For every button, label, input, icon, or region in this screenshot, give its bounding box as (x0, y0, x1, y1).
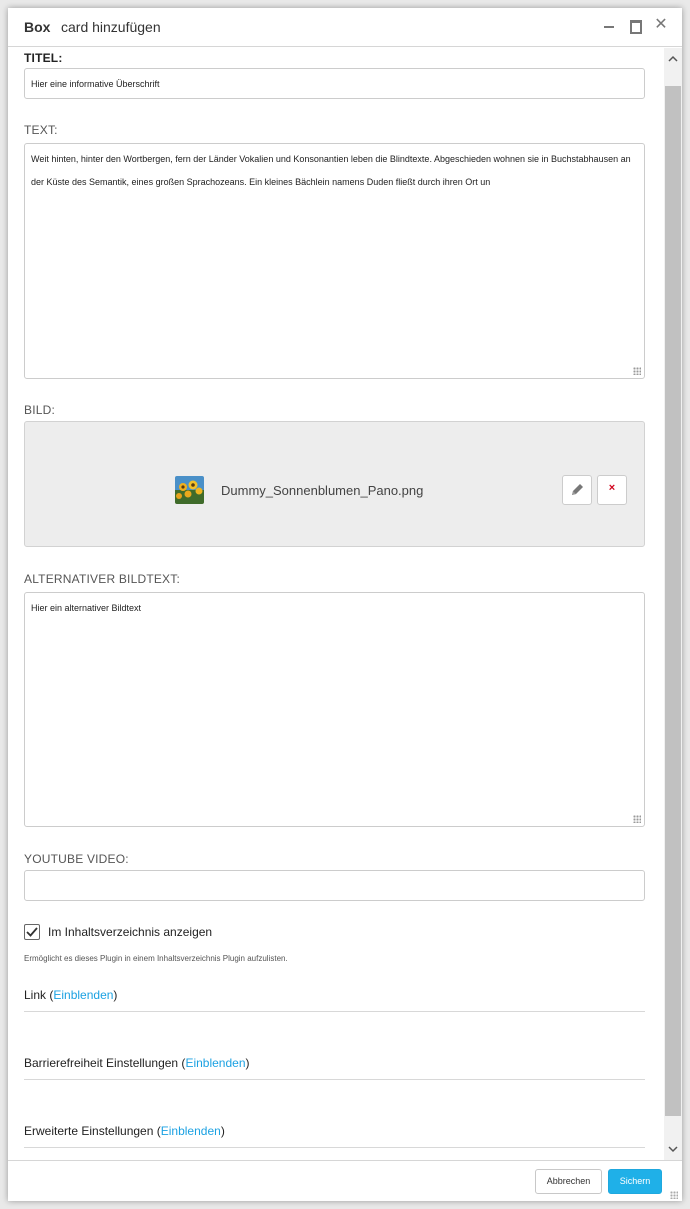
minimize-icon[interactable] (602, 18, 618, 34)
dialog-titlebar[interactable]: Box card hinzufügen ✕ (8, 8, 682, 47)
youtube-input[interactable] (24, 870, 645, 901)
image-filename: Dummy_Sonnenblumen_Pano.png (221, 483, 424, 498)
text-label: TEXT: (24, 123, 58, 137)
scroll-down-icon[interactable] (664, 1140, 682, 1158)
dialog-title-action: card hinzufügen (61, 19, 161, 35)
checkmark-icon (26, 927, 38, 937)
remove-icon: × (608, 482, 616, 494)
image-upload-box: Dummy_Sonnenblumen_Pano.png × (24, 421, 645, 547)
section-advanced: Erweiterte Einstellungen (Einblenden) (24, 1124, 645, 1148)
scrollbar[interactable] (664, 48, 682, 1160)
section-advanced-toggle[interactable]: Einblenden (161, 1124, 221, 1138)
section-link-title: Link (24, 988, 47, 1002)
resize-grip-icon[interactable] (633, 815, 641, 823)
dialog-footer: Abbrechen Sichern (8, 1160, 682, 1201)
remove-image-button[interactable]: × (597, 475, 627, 505)
section-advanced-title: Erweiterte Einstellungen (24, 1124, 154, 1138)
dialog-content: TITEL: Hier eine informative Überschrift… (8, 48, 664, 1160)
section-accessibility-title: Barrierefreiheit Einstellungen (24, 1056, 179, 1070)
image-thumbnail (175, 476, 204, 504)
dialog-window: Box card hinzufügen ✕ TITEL: Hier eine i… (8, 8, 682, 1201)
cancel-button[interactable]: Abbrechen (535, 1169, 602, 1194)
bild-label: BILD: (24, 403, 56, 417)
section-accessibility-toggle[interactable]: Einblenden (185, 1056, 245, 1070)
section-link: Link (Einblenden) (24, 988, 645, 1012)
scroll-up-icon[interactable] (664, 50, 682, 68)
scrollbar-thumb[interactable] (665, 86, 681, 1116)
maximize-icon[interactable] (628, 18, 644, 34)
section-link-toggle[interactable]: Einblenden (53, 988, 113, 1002)
alt-text-value: Hier ein alternativer Bildtext (31, 603, 142, 613)
edit-image-button[interactable] (562, 475, 592, 505)
toc-checkbox-label[interactable]: Im Inhaltsverzeichnis anzeigen (48, 925, 212, 939)
titel-input[interactable]: Hier eine informative Überschrift (24, 68, 645, 99)
titel-label: TITEL: (24, 51, 63, 65)
text-textarea-value: Weit hinten, hinter den Wortbergen, fern… (31, 154, 631, 187)
pencil-icon (572, 484, 583, 495)
alt-text-textarea[interactable]: Hier ein alternativer Bildtext (24, 592, 645, 827)
resize-grip-icon[interactable] (633, 367, 641, 375)
dialog-title-type: Box (24, 19, 51, 35)
resize-grip-icon[interactable] (670, 1191, 678, 1199)
alt-text-label: ALTERNATIVER BILDTEXT: (24, 572, 180, 586)
section-accessibility: Barrierefreiheit Einstellungen (Einblend… (24, 1056, 645, 1080)
toc-checkbox[interactable] (24, 924, 40, 940)
youtube-label: YOUTUBE VIDEO: (24, 852, 129, 866)
text-textarea[interactable]: Weit hinten, hinter den Wortbergen, fern… (24, 143, 645, 379)
save-button[interactable]: Sichern (608, 1169, 662, 1194)
toc-hint: Ermöglicht es dieses Plugin in einem Inh… (24, 954, 288, 963)
close-icon[interactable]: ✕ (653, 17, 669, 33)
